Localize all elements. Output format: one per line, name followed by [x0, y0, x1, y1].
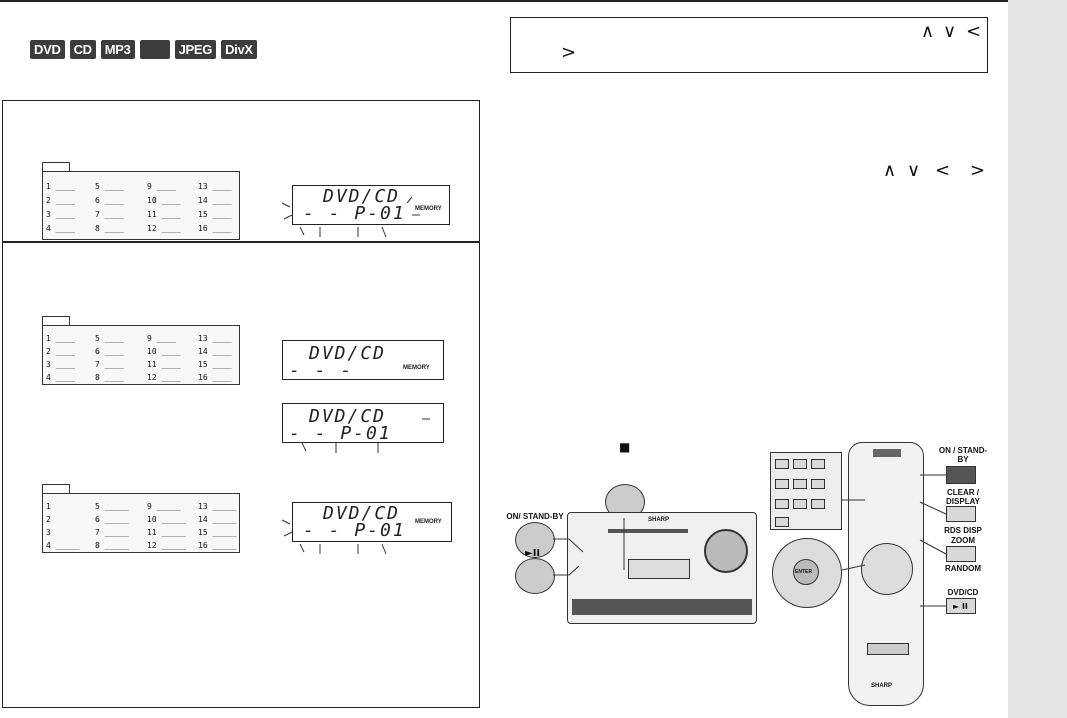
- program-entry: 6 ____: [95, 196, 124, 205]
- lcd-display: DVD/CD - - - MEMORY: [282, 340, 444, 380]
- top-rule: [0, 0, 1008, 2]
- program-entry: 1 ____: [46, 182, 75, 191]
- program-entry: 2: [46, 515, 51, 524]
- program-entry: 12 ____: [147, 373, 181, 382]
- program-entry: 13 _____: [198, 502, 237, 511]
- program-entry: 8 _____: [95, 541, 129, 550]
- badge-cd: CD: [69, 40, 96, 59]
- program-entry: 11 ____: [147, 360, 181, 369]
- program-entry: 5 ____: [95, 182, 124, 191]
- program-entry: 6 _____: [95, 515, 129, 524]
- program-entry: 16 ____: [198, 224, 232, 233]
- badge-mp3: MP3: [100, 40, 135, 59]
- blink-marks: [281, 519, 387, 555]
- down-arrow-icon: ∨: [943, 21, 957, 42]
- lcd-memory-indicator: MEMORY: [403, 365, 430, 371]
- program-entry: 10 ____: [147, 196, 181, 205]
- side-tab: [1008, 0, 1067, 718]
- program-entry: 9 _____: [147, 502, 181, 511]
- right-arrow-icon: >: [970, 160, 986, 181]
- format-badges: DVD CD MP3 JPEG DivX: [30, 40, 257, 59]
- program-table: 1 ____ 2 ____ 3 ____ 4 ____ 5 ____ 6 ___…: [42, 171, 240, 240]
- note-box: ∧ ∨ < >: [510, 17, 988, 73]
- program-entry: 1 ____: [46, 334, 75, 343]
- program-entry: 14 ____: [198, 347, 232, 356]
- program-table: 1 2 3 4 _____ 5 _____ 6 _____ 7 _____ 8 …: [42, 493, 240, 553]
- blink-marks: [281, 196, 420, 238]
- program-entry: 2 ____: [46, 347, 75, 356]
- program-entry: 12 _____: [147, 541, 186, 550]
- program-entry: 15 ____: [198, 360, 232, 369]
- program-entry: 3: [46, 528, 51, 537]
- remote-pointer-lines: [841, 474, 947, 607]
- badge-blank: [139, 40, 170, 59]
- main-unit-illustration: ■ ON/ STAND-BY ►II SHARP: [499, 440, 769, 624]
- program-entry: 4 ____: [46, 224, 75, 233]
- program-entry: 14 _____: [198, 515, 237, 524]
- program-entry: 11 ____: [147, 210, 181, 219]
- badge-divx: DivX: [221, 40, 257, 59]
- program-entry: 10 ____: [147, 347, 181, 356]
- program-entry: 13 ____: [198, 334, 232, 343]
- up-arrow-icon: ∧: [883, 160, 897, 181]
- left-arrow-icon: <: [935, 160, 951, 181]
- program-entry: 15 _____: [198, 528, 237, 537]
- program-entry: 8 ____: [95, 224, 124, 233]
- right-arrow-icon: >: [561, 42, 577, 63]
- program-entry: 3 ____: [46, 360, 75, 369]
- badge-dvd: DVD: [30, 40, 65, 59]
- program-entry: 16 ____: [198, 373, 232, 382]
- program-entry: 3 ____: [46, 210, 75, 219]
- remote-illustration: ENTER SHARP ON / STAND-BY CLEAR / DISPLA…: [770, 440, 995, 708]
- program-entry: 7 ____: [95, 210, 124, 219]
- program-entry: 8 ____: [95, 373, 124, 382]
- program-table: 1 ____ 2 ____ 3 ____ 4 ____ 5 ____ 6 ___…: [42, 325, 240, 385]
- program-entry: 15 ____: [198, 210, 232, 219]
- program-entry: 14 ____: [198, 196, 232, 205]
- lcd-line-2: - - -: [289, 360, 354, 380]
- pointer-lines: [553, 518, 625, 576]
- program-entry: 16 _____: [198, 541, 237, 550]
- program-entry: 9 ____: [147, 334, 176, 343]
- program-entry: 4 ____: [46, 373, 75, 382]
- program-entry: 1: [46, 502, 51, 511]
- program-entry: 4 _____: [46, 541, 80, 550]
- down-arrow-icon: ∨: [907, 160, 921, 181]
- program-entry: 11 _____: [147, 528, 186, 537]
- blink-marks: [301, 418, 430, 453]
- program-entry: 12 ____: [147, 224, 181, 233]
- program-entry: 10 _____: [147, 515, 186, 524]
- program-entry: 2 ____: [46, 196, 75, 205]
- program-entry: 13 ____: [198, 182, 232, 191]
- program-entry: 5 _____: [95, 502, 129, 511]
- program-entry: 5 ____: [95, 334, 124, 343]
- left-arrow-icon: <: [966, 21, 982, 42]
- program-entry: 6 ____: [95, 347, 124, 356]
- up-arrow-icon: ∧: [921, 21, 935, 42]
- program-entry: 9 ____: [147, 182, 176, 191]
- badge-jpeg: JPEG: [174, 40, 217, 59]
- program-entry: 7 ____: [95, 360, 124, 369]
- program-entry: 7 _____: [95, 528, 129, 537]
